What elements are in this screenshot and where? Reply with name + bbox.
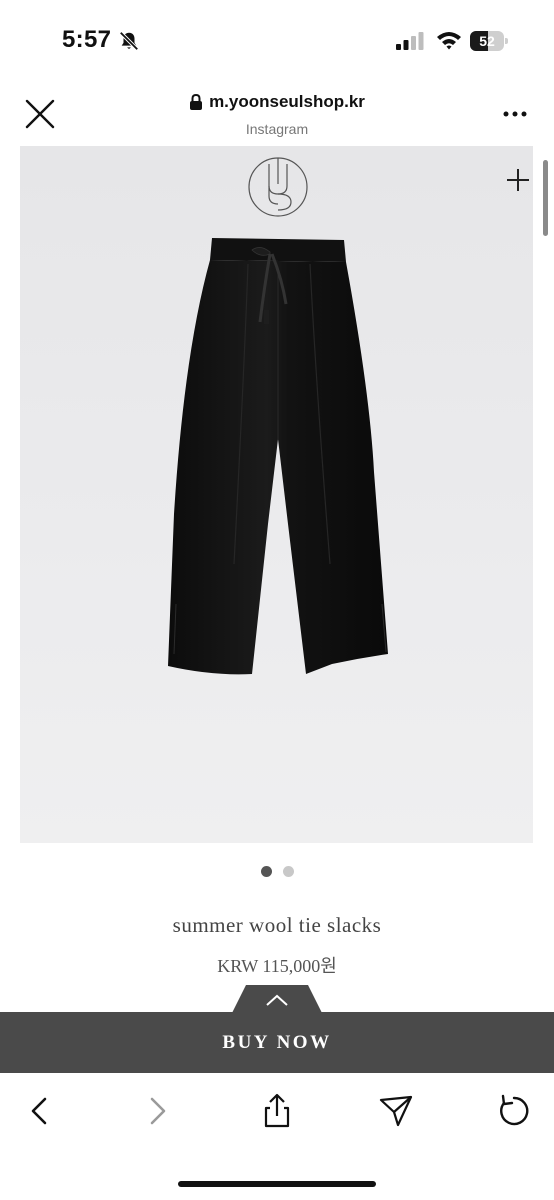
forward-icon — [150, 1097, 166, 1125]
reload-icon — [500, 1094, 529, 1126]
more-icon[interactable] — [500, 104, 530, 124]
lock-icon — [190, 94, 203, 110]
url-domain: m.yoonseulshop.kr — [209, 92, 365, 111]
battery-body: 52 — [470, 31, 504, 51]
product-name: summer wool tie slacks — [172, 913, 382, 937]
back-icon — [31, 1097, 47, 1125]
url-line: m.yoonseulshop.kr — [189, 92, 365, 112]
reload-button[interactable] — [494, 1091, 534, 1131]
cellular-signal-icon — [396, 32, 424, 50]
buy-now-button[interactable]: BUY NOW — [0, 1012, 554, 1073]
product-price: KRW 115,000원 — [217, 956, 337, 976]
status-time: 5:57 — [62, 26, 112, 53]
url-source-label: Instagram — [245, 121, 309, 137]
forward-button[interactable] — [138, 1091, 178, 1131]
battery-icon: 52 — [470, 31, 508, 51]
carousel-dot[interactable] — [260, 866, 272, 877]
share-button[interactable] — [257, 1091, 297, 1131]
back-button[interactable] — [19, 1091, 59, 1131]
battery-level: 52 — [479, 33, 495, 49]
send-icon — [379, 1095, 413, 1127]
wifi-icon — [437, 32, 461, 50]
plus-icon[interactable] — [504, 166, 532, 194]
home-indicator[interactable] — [178, 1181, 376, 1187]
battery-cap — [505, 38, 508, 44]
carousel-dots — [0, 866, 554, 877]
pants-photo — [168, 238, 388, 675]
product-image[interactable] — [20, 146, 533, 843]
brand-logo — [248, 157, 308, 217]
status-bar: 5:57 52 — [0, 0, 554, 80]
browser-toolbar — [0, 1073, 554, 1200]
share-icon — [264, 1093, 290, 1128]
send-button[interactable] — [376, 1091, 416, 1131]
address-bar[interactable]: m.yoonseulshop.kr Instagram — [0, 92, 554, 137]
bell-off-icon — [119, 31, 139, 51]
carousel-dot[interactable] — [282, 866, 294, 877]
scroll-indicator[interactable] — [543, 160, 548, 236]
expand-tab[interactable] — [232, 985, 322, 1013]
